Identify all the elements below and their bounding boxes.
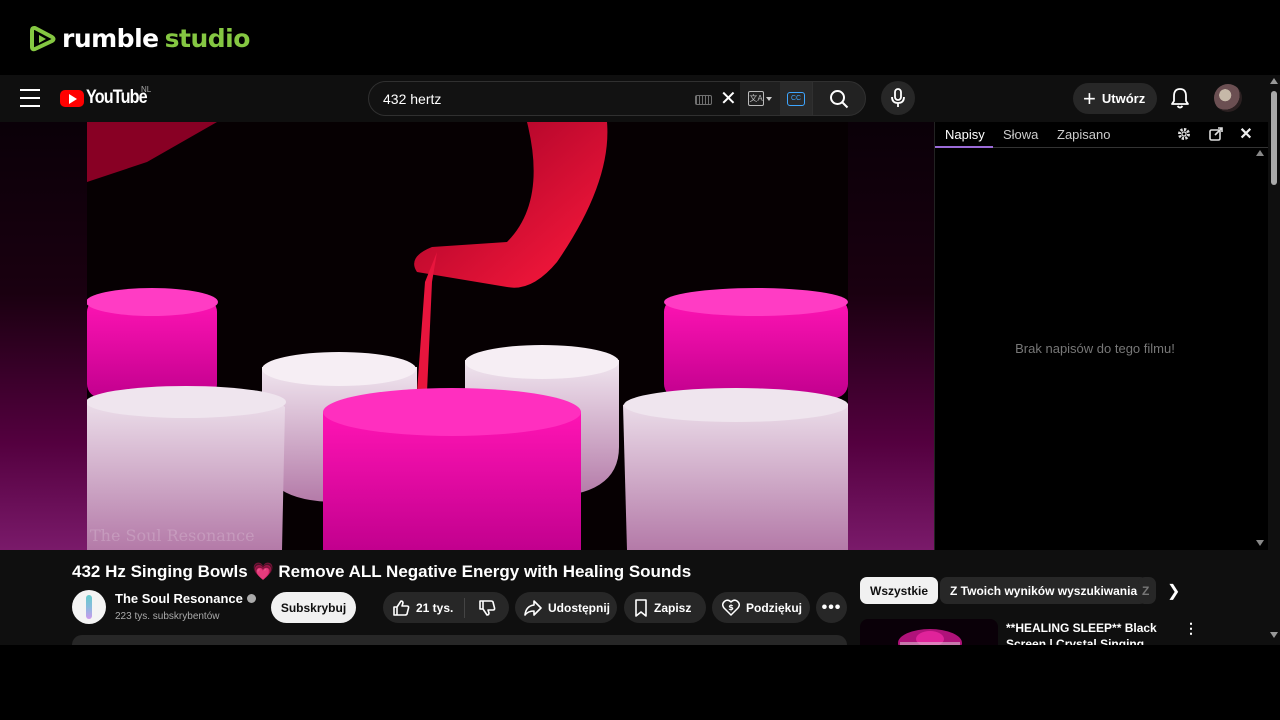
verified-check-icon <box>246 594 256 603</box>
ambient-glow-right <box>848 122 934 550</box>
bookmark-icon <box>635 598 647 617</box>
recommended-more-icon[interactable]: ⋮ <box>1184 620 1198 637</box>
heart-dollar-icon: $ <box>722 599 740 616</box>
thanks-label: Podziękuj <box>746 600 803 615</box>
video-title: 432 Hz Singing Bowls 💗 Remove ALL Negati… <box>72 562 691 582</box>
scroll-down-arrow-icon[interactable] <box>1256 540 1264 546</box>
rumble-play-icon <box>30 25 56 51</box>
page-scroll-thumb[interactable] <box>1271 91 1277 185</box>
panel-scrollbar[interactable] <box>1254 148 1266 548</box>
search-input[interactable] <box>383 90 683 107</box>
ambient-glow-left <box>0 122 87 550</box>
tab-zapisano[interactable]: Zapisano <box>1057 127 1110 142</box>
youtube-logo-text: YouTube <box>86 87 148 108</box>
menu-icon[interactable] <box>20 89 40 107</box>
thumbs-up-icon <box>393 599 410 616</box>
no-captions-message: Brak napisów do tego filmu! <box>1015 341 1175 356</box>
youtube-viewport: YouTube NL ✕ 文A CC + Utwórz <box>0 75 1280 645</box>
video-watermark: The Soul Resonance <box>90 526 255 545</box>
captions-search-icon: CC <box>787 91 805 106</box>
voice-search-button[interactable] <box>881 81 915 115</box>
video-title-part2: Remove ALL Negative Energy with Healing … <box>278 562 692 581</box>
account-avatar[interactable] <box>1214 84 1242 112</box>
bottom-bar <box>0 645 1280 720</box>
microphone-icon <box>891 88 905 107</box>
search-bar: ✕ 文A CC <box>368 81 866 116</box>
youtube-play-badge-icon <box>60 89 84 107</box>
like-dislike-group: 21 tys. <box>383 592 509 623</box>
youtube-logo[interactable]: YouTube NL <box>60 85 157 109</box>
chip-next-peek[interactable]: Z <box>1138 577 1156 604</box>
share-arrow-icon <box>524 599 542 616</box>
search-button[interactable] <box>812 81 866 116</box>
captions-extension-button[interactable]: CC <box>780 81 812 116</box>
video-frame <box>87 122 848 550</box>
transcript-panel: Napisy Słowa Zapisano ✕ Brak napisów do … <box>934 122 1269 550</box>
country-code: NL <box>141 85 152 94</box>
rumble-header: rumble studio <box>0 0 1280 75</box>
video-frame-image <box>87 122 848 550</box>
transcript-tabs: Napisy Słowa Zapisano ✕ <box>935 122 1269 148</box>
dislike-button[interactable] <box>465 599 508 617</box>
chevron-right-icon[interactable]: ❯ <box>1167 581 1180 601</box>
like-button[interactable]: 21 tys. <box>383 597 465 618</box>
chevron-down-icon <box>766 96 772 101</box>
channel-name-text: The Soul Resonance <box>115 591 243 606</box>
heart-emoji: 💗 <box>252 562 274 581</box>
save-label: Zapisz <box>654 600 692 615</box>
create-label: Utwórz <box>1101 91 1146 106</box>
subscriber-count: 223 tys. subskrybentów <box>115 611 220 622</box>
rumble-wordmark: rumble <box>62 24 159 53</box>
recommended-title[interactable]: **HEALING SLEEP** Black Screen | Crystal… <box>1006 620 1176 645</box>
thumbs-down-icon <box>478 599 495 616</box>
share-button[interactable]: Udostępnij <box>515 592 617 623</box>
chip-all[interactable]: Wszystkie <box>860 577 939 604</box>
subscribe-button[interactable]: Subskrybuj <box>271 592 356 623</box>
rumble-studio-logo[interactable]: rumble studio <box>30 24 250 53</box>
save-button[interactable]: Zapisz <box>624 592 706 623</box>
youtube-masthead: YouTube NL ✕ 文A CC + Utwórz <box>0 75 1268 122</box>
video-player[interactable]: The Soul Resonance <box>0 122 934 550</box>
translate-icon: 文A <box>748 91 764 106</box>
channel-avatar[interactable] <box>72 590 106 624</box>
page-scroll-up-icon[interactable] <box>1270 78 1278 84</box>
share-label: Udostępnij <box>548 600 610 615</box>
chip-from-search[interactable]: Z Twoich wyników wyszukiwania <box>940 577 1148 604</box>
clear-search-icon[interactable]: ✕ <box>720 89 737 109</box>
tab-slowa[interactable]: Słowa <box>1003 127 1038 142</box>
recommended-thumbnail[interactable] <box>860 619 998 645</box>
search-field[interactable]: ✕ <box>368 81 740 116</box>
settings-gear-icon[interactable] <box>1176 126 1192 142</box>
keyboard-icon[interactable] <box>695 95 712 105</box>
plus-icon: + <box>1083 85 1096 111</box>
video-title-part1: 432 Hz Singing Bowls <box>72 562 248 581</box>
close-icon[interactable]: ✕ <box>1238 126 1254 143</box>
more-actions-button[interactable]: ••• <box>816 592 847 623</box>
translate-extension-button[interactable]: 文A <box>740 81 780 116</box>
page-scroll-down-icon[interactable] <box>1270 632 1278 638</box>
channel-name[interactable]: The Soul Resonance <box>115 591 256 606</box>
notifications-bell-icon[interactable] <box>1169 86 1191 110</box>
scroll-up-arrow-icon[interactable] <box>1256 150 1264 156</box>
search-icon <box>830 89 849 108</box>
recommended-thumbnail-image <box>898 629 962 645</box>
popout-icon[interactable] <box>1208 126 1224 142</box>
like-count: 21 tys. <box>416 600 454 615</box>
studio-wordmark: studio <box>164 24 251 53</box>
thanks-button[interactable]: $ Podziękuj <box>712 592 810 623</box>
active-tab-indicator <box>935 146 993 148</box>
description-box[interactable] <box>72 635 847 645</box>
page-scrollbar[interactable] <box>1268 75 1280 645</box>
svg-text:$: $ <box>728 603 734 612</box>
create-button[interactable]: + Utwórz <box>1073 83 1157 114</box>
tab-napisy[interactable]: Napisy <box>945 127 985 142</box>
